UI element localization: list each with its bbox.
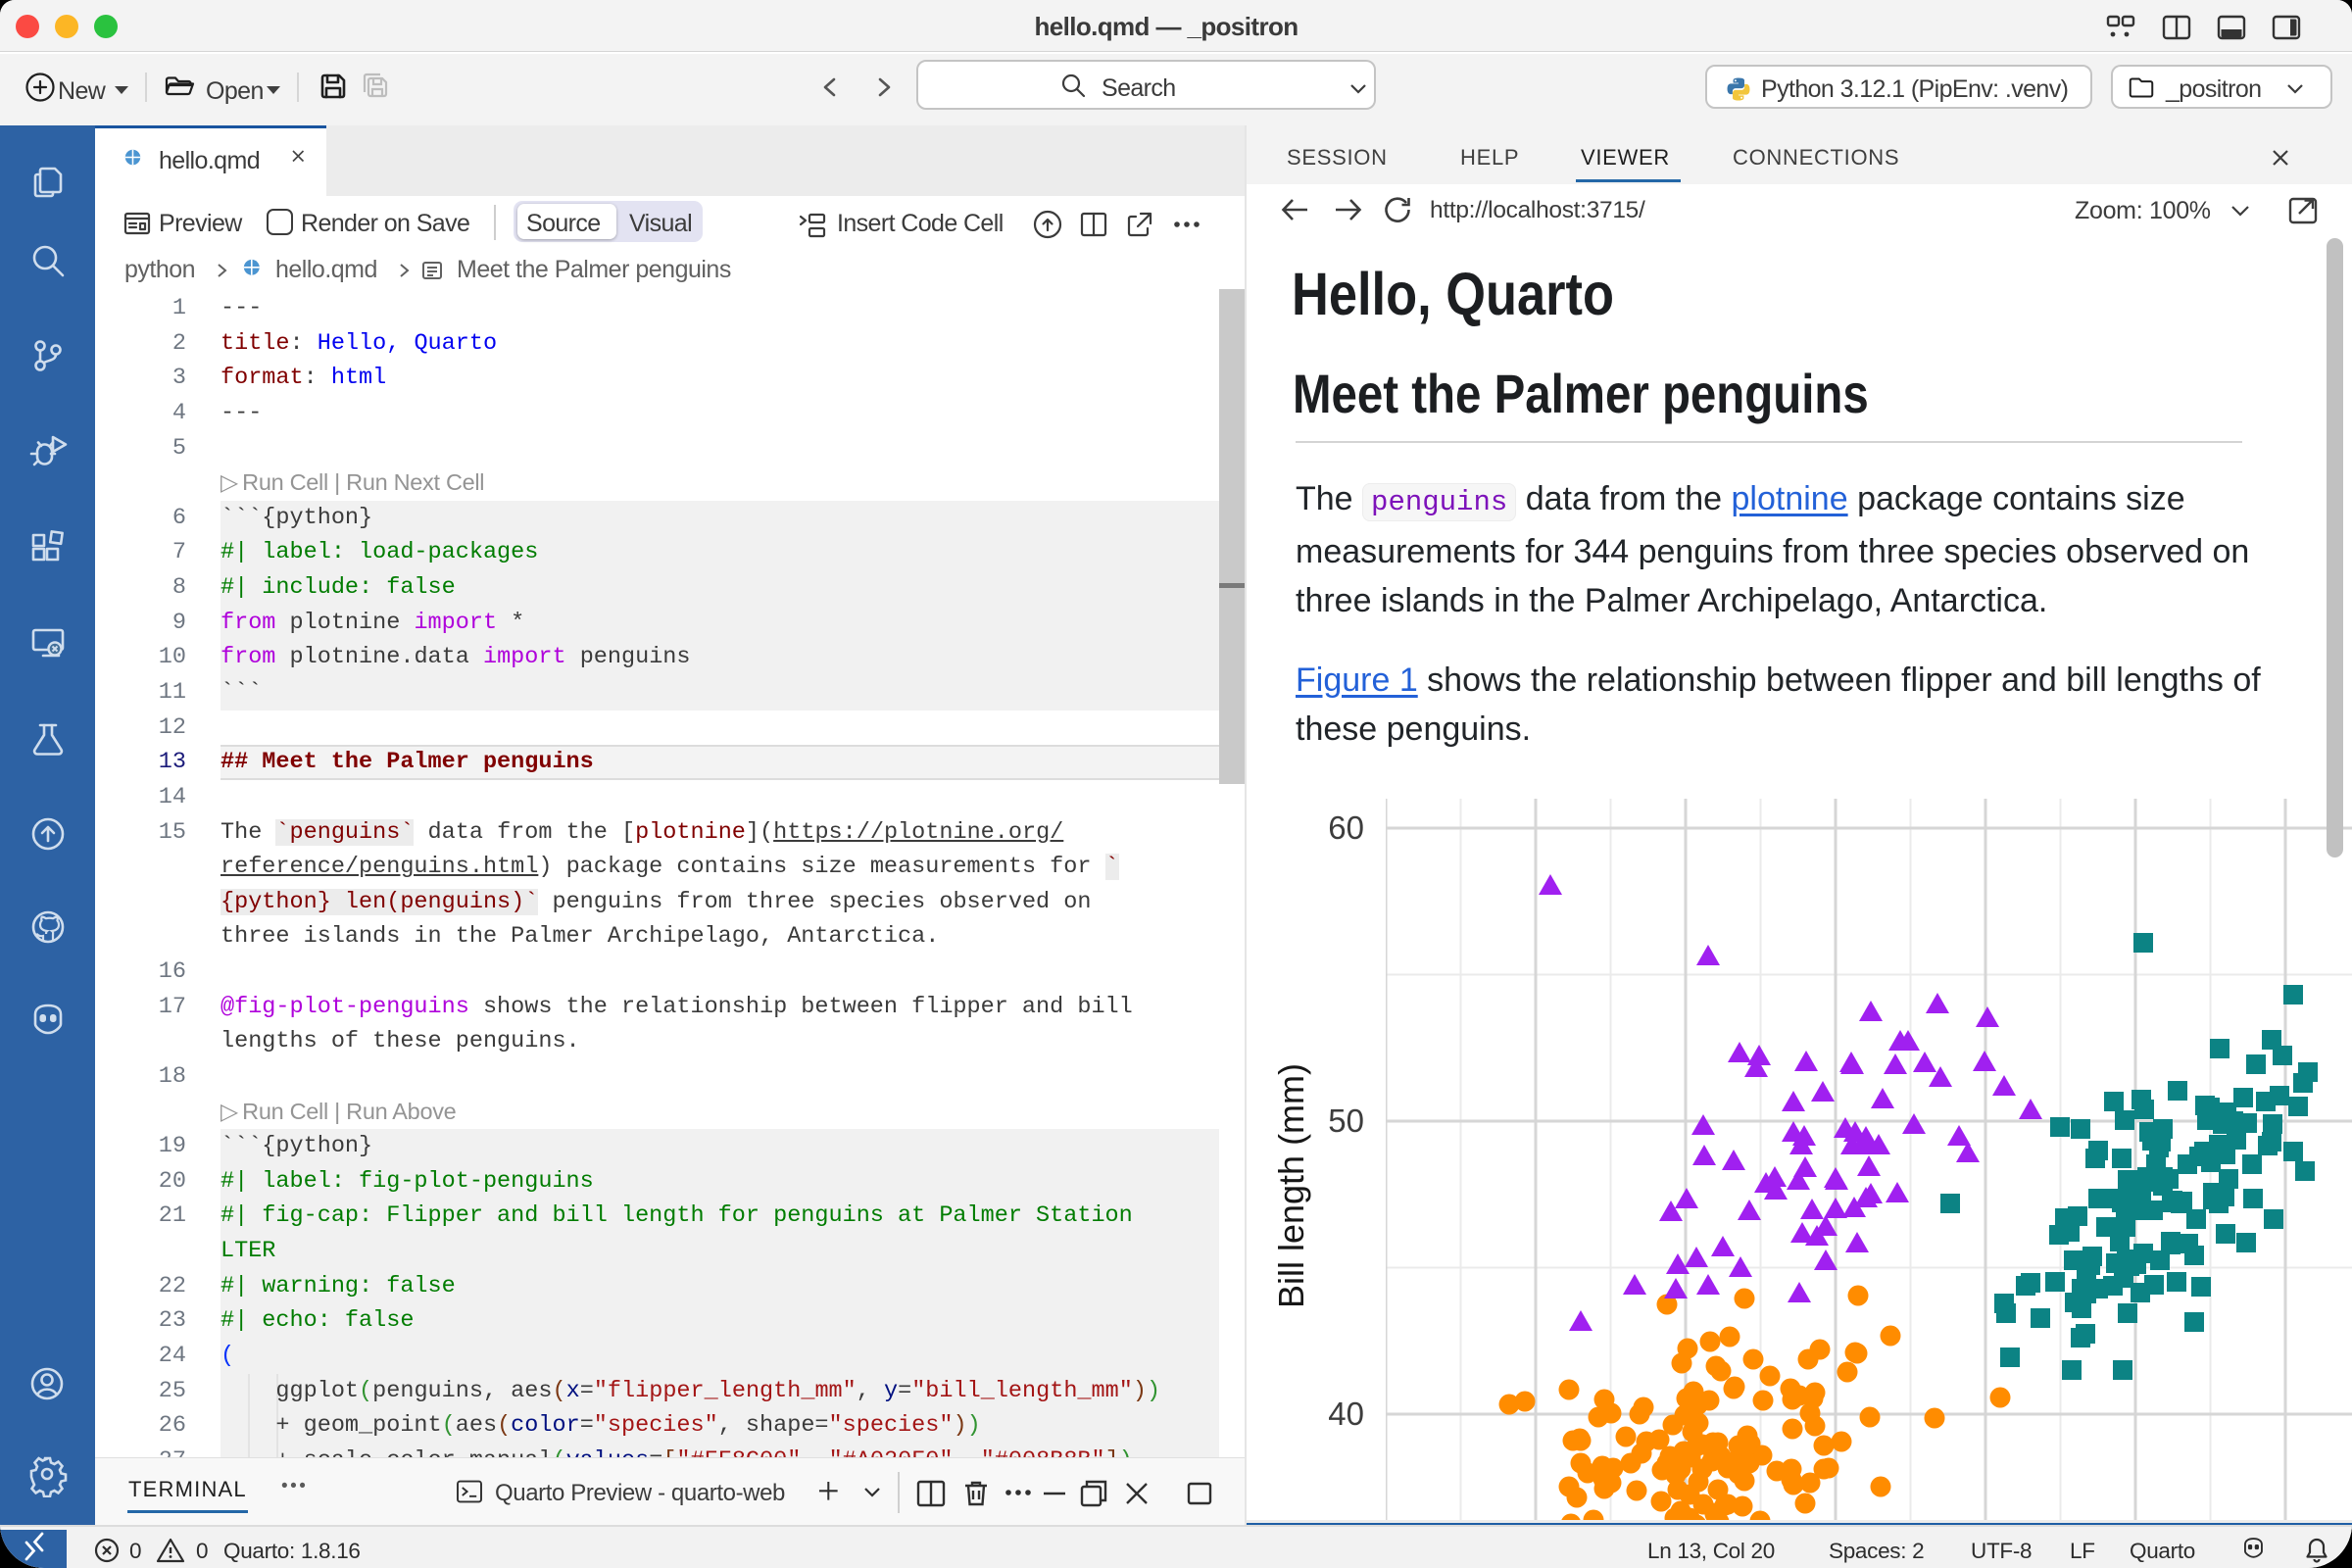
svg-text:60: 60 bbox=[1328, 809, 1364, 846]
svg-text:40: 40 bbox=[1328, 1396, 1364, 1432]
svg-text:Bill length (mm): Bill length (mm) bbox=[1271, 1063, 1311, 1308]
svg-text:50: 50 bbox=[1328, 1102, 1364, 1139]
